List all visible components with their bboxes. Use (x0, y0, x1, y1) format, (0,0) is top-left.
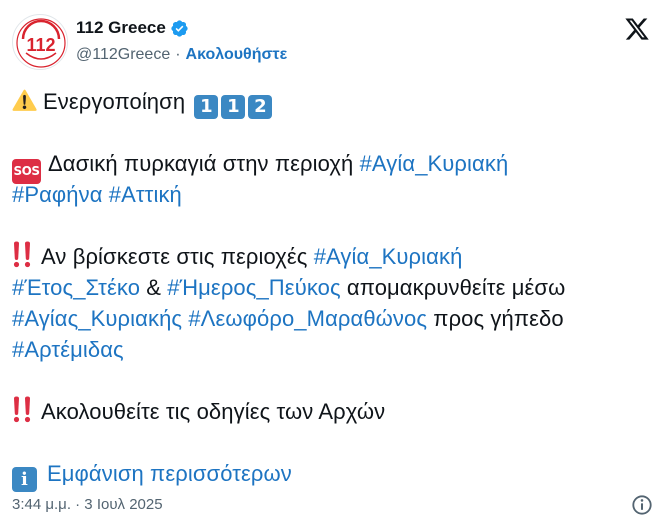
information-icon: i (12, 467, 37, 492)
handle[interactable]: @112Greece (76, 46, 170, 64)
x-logo-icon[interactable] (623, 16, 651, 42)
double-exclamation-icon (13, 241, 31, 268)
avatar-text: 112 (26, 35, 55, 55)
warning-icon (12, 89, 37, 111)
separator-dot: · (175, 46, 181, 63)
line-fire-tags: #Ραφήνα #Αττική (12, 179, 653, 210)
name-row: 112 Greece (76, 17, 189, 39)
hashtag-etos-steko[interactable]: #Έτος_Στέκο (12, 275, 140, 300)
tweet-header: 112 112 Greece @112Greece · Ακολουθήστε (12, 12, 653, 70)
line-activation: Ενεργοποίηση 112 (12, 86, 653, 119)
timestamp[interactable]: 3:44 μ.μ. · 3 Ιουλ 2025 (12, 496, 163, 513)
fire-text: Δασική πυρκαγιά στην περιοχή (48, 151, 360, 176)
keycap-1: 1 (194, 95, 219, 119)
follow-button[interactable]: Ακολουθήστε (186, 46, 288, 64)
towards-text: προς γήπεδο (427, 306, 564, 331)
hashtag-agia-kyriaki[interactable]: #Αγία_Κυριακή (360, 151, 509, 176)
line-areas-4: #Αρτέμιδας (12, 334, 653, 365)
hashtag-attiki[interactable]: #Αττική (109, 182, 182, 207)
hashtag-artemidas[interactable]: #Αρτέμιδας (12, 337, 124, 362)
line-show-more: i Εμφάνιση περισσότερων (12, 458, 653, 492)
show-more-link[interactable]: Εμφάνιση περισσότερων (47, 461, 292, 486)
keycap-1b: 1 (221, 95, 246, 119)
line-areas-2: #Έτος_Στέκο & #Ήμερος_Πεύκος απομακρυνθε… (12, 272, 653, 303)
display-name[interactable]: 112 Greece (76, 18, 166, 38)
hashtag-rafina[interactable]: #Ραφήνα (12, 182, 103, 207)
hashtag-imeros-pefkos[interactable]: #Ήμερος_Πεύκος (167, 275, 340, 300)
tweet-text: Ενεργοποίηση 112 SOS Δασική πυρκαγιά στην… (12, 86, 653, 492)
activation-text: Ενεργοποίηση (43, 89, 186, 114)
keycap-2: 2 (248, 95, 273, 119)
areas-text: Αν βρίσκεστε στις περιοχές (41, 244, 314, 269)
line-areas-3: #Αγίας_Κυριακής #Λεωφόρο_Μαραθώνος προς … (12, 303, 653, 334)
ampersand: & (140, 275, 168, 300)
hashtag-agias-kyriakis[interactable]: #Αγίας_Κυριακής (12, 306, 182, 331)
info-circle-icon[interactable] (631, 494, 653, 516)
hashtag-agia-kyriaki-2[interactable]: #Αγία_Κυριακή (314, 244, 463, 269)
double-exclamation-icon (13, 396, 31, 423)
hashtag-leoforo-marathonos[interactable]: #Λεωφόρο_Μαραθώνος (188, 306, 427, 331)
evacuate-text: απομακρυνθείτε μέσω (340, 275, 566, 300)
line-areas: Αν βρίσκεστε στις περιοχές #Αγία_Κυριακή (12, 241, 653, 272)
line-instructions: Ακολουθείτε τις οδηγίες των Αρχών (12, 396, 653, 427)
avatar[interactable]: 112 (12, 14, 68, 70)
instructions-text: Ακολουθείτε τις οδηγίες των Αρχών (41, 399, 386, 424)
handle-row: @112Greece · Ακολουθήστε (76, 45, 287, 65)
line-fire: SOS Δασική πυρκαγιά στην περιοχή #Αγία_Κυ… (12, 148, 653, 184)
verified-badge-icon (171, 19, 188, 37)
